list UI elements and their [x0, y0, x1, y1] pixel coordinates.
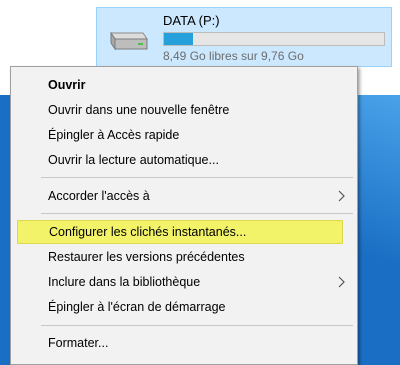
menu-item-shadow-copies[interactable]: Configurer les clichés instantanés...	[17, 220, 343, 244]
drive-usage-bar	[163, 32, 385, 46]
menu-item-format[interactable]: Formater...	[13, 331, 355, 355]
menu-item-restore-versions[interactable]: Restaurer les versions précédentes	[13, 245, 355, 269]
context-menu: Ouvrir Ouvrir dans une nouvelle fenêtre …	[10, 66, 358, 365]
drive-name: DATA (P:)	[163, 13, 220, 28]
menu-item-label: Inclure dans la bibliothèque	[48, 275, 201, 289]
menu-item-autoplay[interactable]: Ouvrir la lecture automatique...	[13, 148, 355, 172]
menu-item-include-library[interactable]: Inclure dans la bibliothèque	[13, 270, 355, 294]
drive-free-space: 8,49 Go libres sur 9,76 Go	[163, 49, 304, 63]
menu-item-pin-start[interactable]: Épingler à l'écran de démarrage	[13, 295, 355, 319]
menu-item-pin-quick-access[interactable]: Épingler à Accès rapide	[13, 123, 355, 147]
chevron-right-icon	[335, 184, 349, 208]
menu-separator	[41, 213, 353, 214]
menu-item-label: Accorder l'accès à	[48, 189, 150, 203]
menu-separator	[41, 177, 353, 178]
drive-usage-fill	[164, 33, 193, 45]
menu-item-open[interactable]: Ouvrir	[13, 73, 355, 97]
menu-separator	[41, 325, 353, 326]
drive-tile[interactable]: DATA (P:) 8,49 Go libres sur 9,76 Go	[96, 7, 392, 67]
drive-icon	[107, 25, 149, 53]
chevron-right-icon	[335, 270, 349, 294]
menu-item-open-new-window[interactable]: Ouvrir dans une nouvelle fenêtre	[13, 98, 355, 122]
menu-item-give-access[interactable]: Accorder l'accès à	[13, 184, 355, 208]
